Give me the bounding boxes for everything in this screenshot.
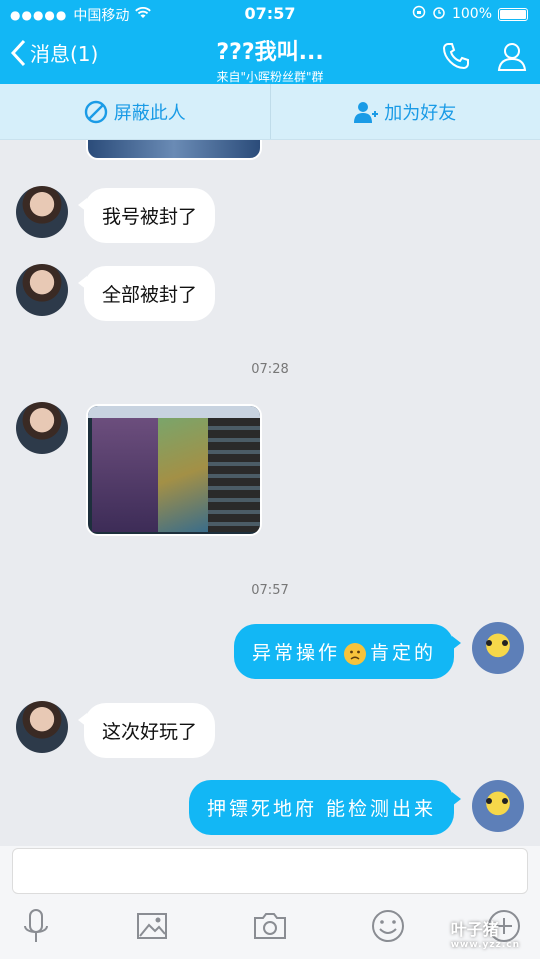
message-timestamp: 07:57 (251, 583, 289, 598)
my-avatar[interactable] (472, 622, 524, 674)
sender-avatar[interactable] (16, 264, 68, 316)
back-button[interactable]: 消息(1) (10, 38, 98, 67)
image-panel (158, 418, 208, 532)
block-icon (84, 100, 107, 123)
camera-button[interactable] (250, 906, 290, 946)
message-input[interactable] (12, 848, 528, 894)
profile-button[interactable] (496, 40, 528, 72)
nav-bar: 消息(1) ???我叫... 来自"小晖粉丝群"群 (0, 30, 540, 85)
previous-image-message[interactable] (86, 140, 262, 160)
add-friend-button[interactable]: 加为好友 (269, 84, 540, 139)
image-panel (92, 418, 158, 532)
phone-icon (442, 43, 469, 70)
image-message[interactable] (86, 404, 262, 536)
back-label: 消息(1) (30, 42, 99, 66)
my-avatar[interactable] (472, 780, 524, 832)
alarm-icon (432, 5, 446, 23)
chevron-left-icon (10, 39, 26, 66)
message-bubble[interactable]: 这次好玩了 (77, 703, 216, 758)
sender-avatar[interactable] (16, 402, 68, 454)
message-text: 肯定的 (369, 642, 436, 664)
sender-avatar[interactable] (16, 186, 68, 238)
image-window-bar (88, 406, 260, 418)
block-user-label: 屏蔽此人 (113, 102, 186, 124)
message-bubble[interactable]: 我号被封了 (77, 188, 216, 243)
message-text: 异常操作 (251, 642, 340, 664)
chat-title: ???我叫... (216, 40, 324, 65)
watermark-logo: 叶子猪 www.yzz.cn (451, 916, 520, 950)
photo-button[interactable] (132, 906, 172, 946)
block-user-button[interactable]: 屏蔽此人 (0, 84, 270, 139)
add-friend-label: 加为好友 (384, 102, 457, 124)
image-panel (208, 418, 260, 532)
watermark-text: 叶子猪 (450, 920, 499, 939)
chat-messages[interactable]: 我号被封了 全部被封了 07:28 07:57 异常操作 肯定的 这次好玩了 押镖… (0, 140, 540, 846)
sad-face-icon (343, 643, 366, 665)
battery-icon (498, 7, 528, 21)
microphone-icon (24, 909, 48, 942)
add-person-icon (354, 101, 379, 123)
status-bar: ●●●●● 中国移动 07:57 100% (0, 0, 540, 28)
message-bubble[interactable]: 押镖死地府 能检测出来 (188, 780, 462, 835)
person-icon (497, 43, 527, 71)
top-bar: ●●●●● 中国移动 07:57 100% 消息(1) ???我叫... 来自"… (0, 0, 540, 84)
voice-button[interactable] (16, 906, 56, 946)
watermark-site: www.yzz.cn (450, 940, 520, 950)
phone-call-button[interactable] (440, 40, 472, 72)
emoji-button[interactable] (368, 906, 408, 946)
message-bubble[interactable]: 异常操作 肯定的 (233, 624, 462, 679)
message-bubble[interactable]: 全部被封了 (77, 266, 216, 321)
chat-title-block[interactable]: ???我叫... 来自"小晖粉丝群"群 (150, 34, 390, 85)
camera-icon (254, 913, 286, 939)
message-timestamp: 07:28 (251, 362, 289, 377)
sender-avatar[interactable] (16, 701, 68, 753)
chat-subtitle: 来自"小晖粉丝群"群 (216, 70, 324, 84)
action-bar: 屏蔽此人 加为好友 (0, 84, 540, 140)
image-icon (137, 913, 167, 939)
battery-percent: 100% (451, 6, 492, 22)
rotation-lock-icon (412, 5, 426, 23)
smiley-icon (372, 910, 404, 942)
